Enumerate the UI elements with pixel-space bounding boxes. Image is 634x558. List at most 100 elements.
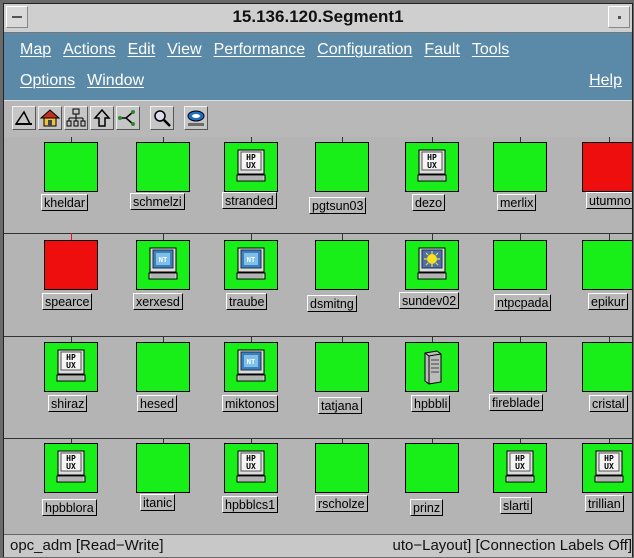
node-status-box[interactable] bbox=[405, 240, 459, 290]
node-label[interactable]: sundev02 bbox=[399, 292, 460, 309]
menu-map[interactable]: Map bbox=[20, 41, 51, 59]
map-node[interactable]: HP UX bbox=[405, 137, 461, 192]
node-label[interactable]: dsmitng bbox=[307, 295, 357, 312]
node-label[interactable]: prinz bbox=[410, 499, 444, 516]
node-label[interactable]: xerxesd bbox=[133, 293, 183, 310]
map-node[interactable]: HP UX bbox=[224, 137, 280, 192]
node-label[interactable]: fireblade bbox=[489, 394, 543, 411]
node-status-box[interactable]: HP UX bbox=[44, 342, 98, 392]
menu-window[interactable]: Window bbox=[87, 72, 144, 90]
node-label[interactable]: tatjana bbox=[318, 397, 362, 414]
node-status-box[interactable] bbox=[315, 443, 369, 493]
node-status-box[interactable] bbox=[44, 240, 98, 290]
node-label[interactable]: traube bbox=[226, 293, 268, 310]
node-label[interactable]: hesed bbox=[137, 395, 178, 412]
node-label[interactable]: hpbblcs1 bbox=[222, 496, 279, 513]
map-node[interactable] bbox=[493, 233, 549, 290]
node-status-box[interactable]: HP UX bbox=[224, 443, 278, 493]
hierarchy-icon[interactable] bbox=[64, 106, 88, 130]
network-map-canvas[interactable]: kheldar schmelzi HP UX stranded pgtsun03 HP UX d… bbox=[4, 137, 632, 534]
map-node[interactable] bbox=[582, 233, 632, 290]
node-label[interactable]: stranded bbox=[222, 192, 277, 209]
map-node[interactable] bbox=[582, 336, 632, 392]
triangle-tool-icon[interactable] bbox=[12, 106, 36, 130]
node-status-box[interactable]: NT bbox=[224, 240, 278, 290]
map-node[interactable]: HP UX bbox=[224, 438, 280, 493]
map-node[interactable] bbox=[582, 137, 632, 192]
node-status-box[interactable] bbox=[405, 342, 459, 392]
menu-options[interactable]: Options bbox=[20, 72, 75, 90]
node-status-box[interactable] bbox=[493, 342, 547, 392]
map-node[interactable]: NT bbox=[224, 336, 280, 392]
title-bar[interactable]: 15.136.120.Segment1 bbox=[4, 4, 632, 33]
node-status-box[interactable] bbox=[315, 240, 369, 290]
node-status-box[interactable]: HP UX bbox=[224, 142, 278, 192]
node-label[interactable]: schmelzi bbox=[130, 193, 185, 210]
node-status-box[interactable]: HP UX bbox=[44, 443, 98, 493]
menu-fault[interactable]: Fault bbox=[424, 41, 460, 59]
node-status-box[interactable] bbox=[582, 342, 632, 392]
node-status-box[interactable] bbox=[493, 240, 547, 290]
node-label[interactable]: cristal bbox=[589, 395, 628, 412]
menu-configuration[interactable]: Configuration bbox=[317, 41, 412, 59]
menu-actions[interactable]: Actions bbox=[63, 41, 115, 59]
up-arrow-icon[interactable] bbox=[90, 106, 114, 130]
map-node[interactable] bbox=[315, 438, 371, 493]
node-status-box[interactable] bbox=[315, 142, 369, 192]
node-label[interactable]: kheldar bbox=[41, 194, 88, 211]
node-status-box[interactable]: NT bbox=[136, 240, 190, 290]
network-icon[interactable] bbox=[116, 106, 140, 130]
map-node[interactable] bbox=[44, 137, 100, 192]
search-icon[interactable] bbox=[150, 106, 174, 130]
map-node[interactable]: HP UX bbox=[493, 438, 549, 493]
node-label[interactable]: ntpcpada bbox=[494, 294, 552, 311]
node-label[interactable]: merlix bbox=[497, 194, 537, 211]
map-node[interactable] bbox=[44, 233, 100, 290]
node-status-box[interactable] bbox=[136, 142, 190, 192]
map-node[interactable] bbox=[136, 137, 192, 192]
node-label[interactable]: hpbblora bbox=[42, 499, 97, 516]
menu-help[interactable]: Help bbox=[589, 72, 622, 90]
map-node[interactable]: HP UX bbox=[44, 336, 100, 392]
node-label[interactable]: trillian bbox=[585, 495, 624, 512]
node-status-box[interactable]: HP UX bbox=[582, 443, 632, 493]
window-menu-button[interactable] bbox=[6, 6, 28, 28]
map-node[interactable]: HP UX bbox=[44, 438, 100, 493]
map-node[interactable] bbox=[136, 438, 192, 493]
node-status-box[interactable] bbox=[582, 142, 632, 192]
node-label[interactable]: slarti bbox=[500, 497, 533, 514]
node-label[interactable]: itanic bbox=[140, 494, 176, 511]
node-status-box[interactable] bbox=[582, 240, 632, 290]
menu-tools[interactable]: Tools bbox=[472, 41, 509, 59]
menu-performance[interactable]: Performance bbox=[214, 41, 306, 59]
home-icon[interactable] bbox=[38, 106, 62, 130]
map-node[interactable] bbox=[315, 233, 371, 290]
map-node[interactable]: NT bbox=[136, 233, 192, 290]
map-node[interactable]: NT bbox=[224, 233, 280, 290]
node-label[interactable]: dezo bbox=[412, 194, 446, 211]
node-label[interactable]: rscholze bbox=[315, 495, 368, 512]
node-status-box[interactable] bbox=[136, 443, 190, 493]
node-label[interactable]: pgtsun03 bbox=[309, 197, 367, 214]
node-label[interactable]: spearce bbox=[42, 293, 93, 310]
map-node[interactable] bbox=[405, 233, 461, 290]
node-label[interactable]: shiraz bbox=[48, 395, 88, 412]
map-node[interactable] bbox=[315, 137, 371, 192]
node-label[interactable]: epikur bbox=[588, 293, 629, 310]
node-label[interactable]: utumno bbox=[586, 192, 632, 209]
node-status-box[interactable]: HP UX bbox=[405, 142, 459, 192]
map-node[interactable] bbox=[405, 336, 461, 392]
map-node[interactable] bbox=[493, 336, 549, 392]
map-node[interactable]: HP UX bbox=[582, 438, 632, 493]
minimize-button[interactable] bbox=[608, 6, 630, 28]
node-label[interactable]: hpbbli bbox=[411, 395, 451, 412]
node-status-box[interactable]: HP UX bbox=[493, 443, 547, 493]
map-node[interactable] bbox=[315, 336, 371, 392]
map-node[interactable] bbox=[493, 137, 549, 192]
hp-openview-icon[interactable] bbox=[184, 106, 208, 130]
node-label[interactable]: miktonos bbox=[222, 395, 279, 412]
map-node[interactable] bbox=[136, 336, 192, 392]
map-node[interactable] bbox=[405, 438, 461, 493]
menu-view[interactable]: View bbox=[167, 41, 201, 59]
node-status-box[interactable] bbox=[136, 342, 190, 392]
